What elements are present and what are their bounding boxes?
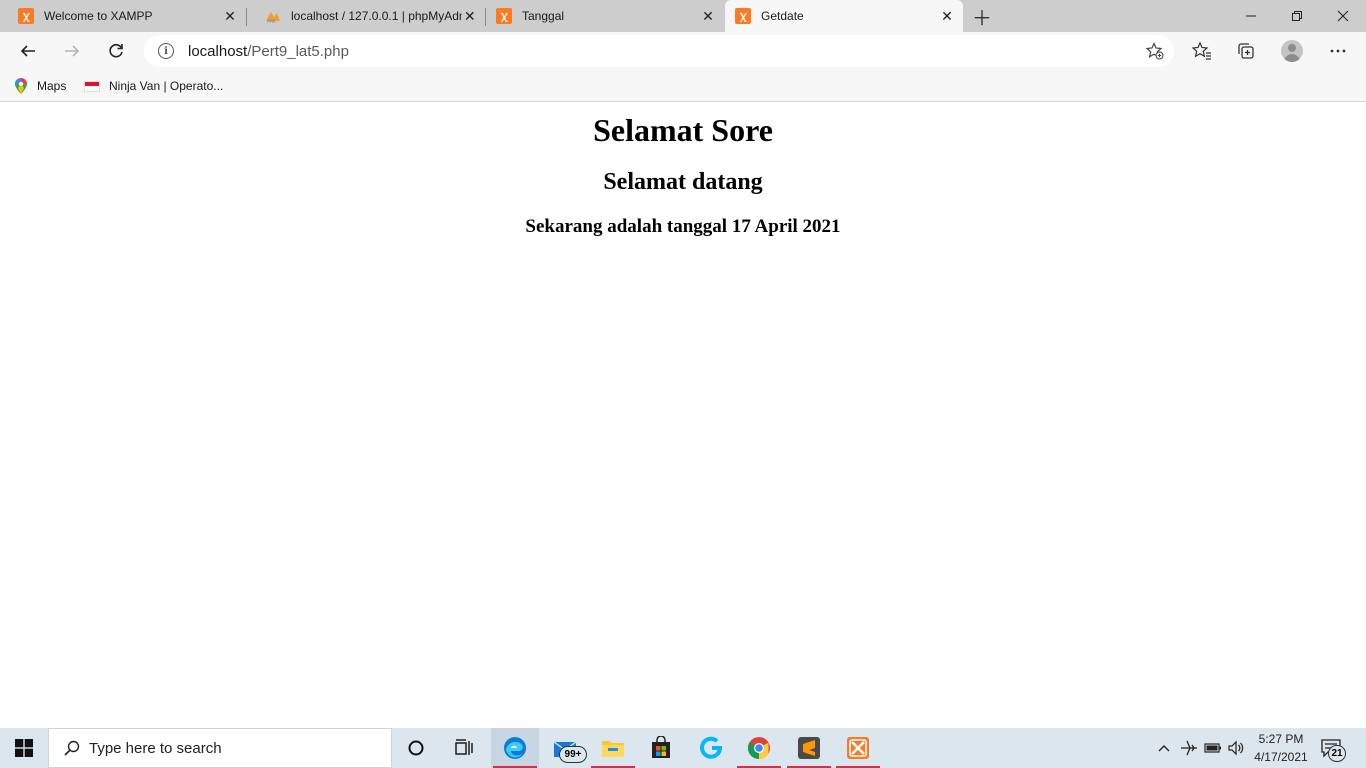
taskbar-xampp[interactable] <box>834 728 882 768</box>
taskbar-search[interactable]: Type here to search <box>48 728 392 768</box>
tab-getdate[interactable]: ꭓ Getdate ✕ <box>725 0 963 32</box>
tab-strip: ꭓ Welcome to XAMPP ✕ PMA localhost / 127… <box>0 0 1366 32</box>
tab-tanggal[interactable]: ꭓ Tanggal ✕ <box>486 0 724 32</box>
restore-button[interactable] <box>1274 0 1320 32</box>
indonesia-flag-icon <box>84 80 100 92</box>
battery-icon[interactable] <box>1203 728 1223 768</box>
chevron-up-icon[interactable] <box>1156 728 1172 768</box>
bookmark-label: Maps <box>37 79 67 93</box>
refresh-button[interactable] <box>101 36 131 66</box>
phpmyadmin-icon: PMA <box>265 8 281 24</box>
taskbar-edge[interactable] <box>491 728 539 768</box>
taskbar-file-explorer[interactable] <box>589 728 637 768</box>
tab-welcome-xampp[interactable]: ꭓ Welcome to XAMPP ✕ <box>0 0 246 32</box>
welcome-heading: Selamat datang <box>603 169 763 195</box>
add-favorite-icon[interactable] <box>1146 42 1164 60</box>
close-icon[interactable]: ✕ <box>939 8 955 24</box>
browser-toolbar: i localhost/Pert9_lat5.php <box>0 32 1366 70</box>
back-button[interactable] <box>13 36 43 66</box>
bookmark-ninja-van[interactable]: Ninja Van | Operato... <box>84 76 223 96</box>
notification-badge: 21 <box>1328 745 1346 762</box>
taskbar-logitech[interactable] <box>687 728 735 768</box>
xampp-icon: ꭓ <box>735 8 751 24</box>
task-view-icon <box>455 739 473 755</box>
xampp-icon: ꭓ <box>496 8 512 24</box>
taskbar-sublime-text[interactable] <box>785 728 833 768</box>
taskbar-store[interactable] <box>637 728 685 768</box>
url-text[interactable]: localhost/Pert9_lat5.php <box>188 43 349 60</box>
greeting-heading: Selamat Sore <box>593 112 773 148</box>
bookmark-maps[interactable]: Maps <box>14 76 66 96</box>
system-clock[interactable]: 5:27 PM 4/17/2021 <box>1248 730 1314 766</box>
cortana-button[interactable] <box>392 728 440 768</box>
collections-icon[interactable] <box>1235 40 1257 62</box>
refresh-icon <box>109 43 123 58</box>
search-icon <box>63 739 81 757</box>
close-icon[interactable]: ✕ <box>222 8 238 24</box>
close-window-button[interactable] <box>1320 0 1366 32</box>
taskbar-chrome[interactable] <box>735 728 783 768</box>
xampp-icon <box>847 737 869 759</box>
volume-icon[interactable] <box>1226 728 1246 768</box>
task-view-button[interactable] <box>440 728 488 768</box>
close-icon[interactable]: ✕ <box>462 8 477 24</box>
maps-pin-icon <box>14 77 28 95</box>
tab-title: localhost / 127.0.0.1 | phpMyAdmin <box>291 9 463 23</box>
mail-badge: 99+ <box>559 746 587 763</box>
cortana-icon <box>408 740 424 756</box>
store-icon <box>652 736 670 758</box>
page-content: Selamat Sore Selamat datang Sekarang ada… <box>0 103 1366 728</box>
windows-icon <box>15 739 33 757</box>
search-placeholder: Type here to search <box>89 739 222 757</box>
close-icon[interactable]: ✕ <box>700 8 716 24</box>
sublime-text-icon <box>798 737 820 759</box>
taskbar-mail[interactable]: 99+ <box>541 728 589 768</box>
clock-date: 4/17/2021 <box>1254 750 1308 764</box>
forward-button[interactable] <box>57 36 87 66</box>
tab-title: Tanggal <box>522 9 565 23</box>
bookmark-label: Ninja Van | Operato... <box>109 79 224 93</box>
tab-phpmyadmin[interactable]: PMA localhost / 127.0.0.1 | phpMyAdmin ✕ <box>247 0 485 32</box>
url-path: /Pert9_lat5.php <box>247 42 349 60</box>
minimize-button[interactable] <box>1228 0 1274 32</box>
xampp-icon: ꭓ <box>18 8 34 24</box>
profile-avatar[interactable] <box>1281 40 1303 62</box>
airplane-mode-icon[interactable] <box>1179 728 1199 768</box>
bookmarks-bar: Maps Ninja Van | Operato... <box>0 70 1366 102</box>
taskbar: Type here to search 99+ 5:27 PM 4/17/202… <box>0 728 1366 768</box>
date-heading: Sekarang adalah tanggal 17 April 2021 <box>525 216 841 237</box>
svg-text:PMA: PMA <box>267 19 276 24</box>
info-icon[interactable]: i <box>158 43 174 59</box>
arrow-left-icon <box>20 45 35 57</box>
chrome-icon <box>748 737 770 759</box>
clock-time: 5:27 PM <box>1258 732 1304 746</box>
notification-center-button[interactable]: 21 <box>1320 736 1346 762</box>
edge-icon <box>504 737 526 759</box>
folder-icon <box>602 741 624 757</box>
tab-title: Getdate <box>761 9 804 23</box>
favorites-icon[interactable] <box>1191 40 1213 62</box>
arrow-right-icon <box>65 45 80 57</box>
logitech-g-icon <box>700 736 723 759</box>
start-button[interactable] <box>0 728 48 768</box>
new-tab-button[interactable]: ＋ <box>970 4 994 30</box>
address-bar[interactable]: i localhost/Pert9_lat5.php <box>144 35 1174 67</box>
more-menu-icon[interactable] <box>1327 40 1349 62</box>
tab-title: Welcome to XAMPP <box>44 9 153 23</box>
url-host: localhost <box>188 42 248 60</box>
